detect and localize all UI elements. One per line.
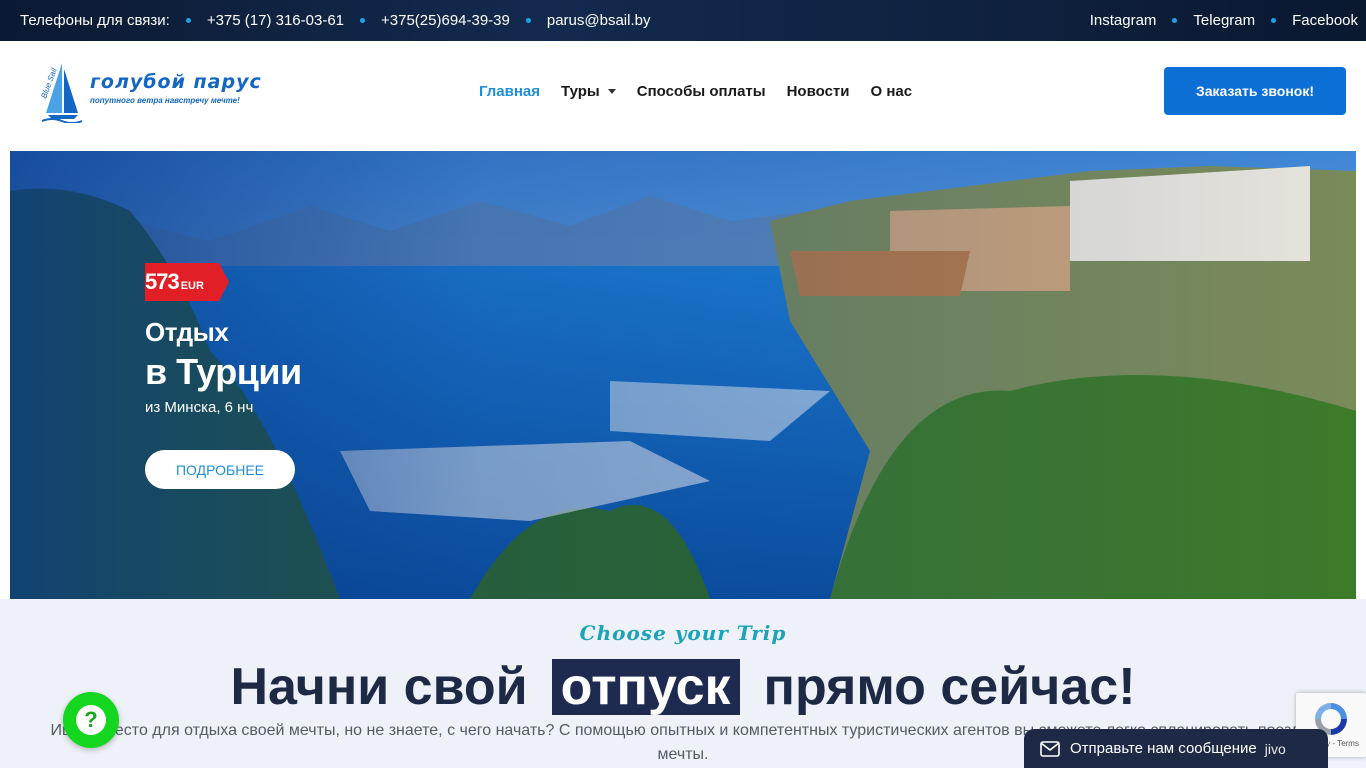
bullet-icon (360, 18, 366, 23)
headline-text-after: прямо сейчас! (763, 658, 1136, 716)
phone-link-1[interactable]: +375 (17) 316-03-61 (207, 12, 344, 29)
help-button[interactable]: ? (63, 692, 119, 748)
social-links: Instagram Telegram Facebook (1090, 0, 1358, 41)
contact-list: Телефоны для связи: +375 (17) 316-03-61 … (20, 0, 650, 41)
question-icon: ? (76, 705, 106, 735)
main-nav: Главная Туры Способы оплаты Новости О на… (479, 41, 933, 141)
nav-item-news[interactable]: Новости (787, 83, 850, 100)
nav-item-tours-label: Туры (561, 82, 600, 100)
chat-label: Отправьте нам сообщение (1070, 740, 1257, 757)
price-currency: EUR (180, 280, 204, 292)
chat-widget[interactable]: Отправьте нам сообщение jivo (1024, 729, 1328, 768)
bullet-icon (1172, 18, 1178, 23)
email-link[interactable]: parus@bsail.by (547, 12, 651, 29)
brand-tagline: попутного ветра навстречу мечте! (90, 96, 240, 105)
brand-name: голубой парус (90, 71, 262, 93)
chat-brand: jivo (1264, 740, 1286, 757)
hero-subtitle: из Минска, 6 нч (145, 399, 254, 416)
price-value: 573 (145, 269, 180, 294)
social-link-telegram[interactable]: Telegram (1193, 12, 1255, 29)
section-eyebrow: Choose your Trip (579, 621, 787, 645)
nav-item-tours[interactable]: Туры (561, 83, 616, 100)
bullet-icon (185, 18, 191, 23)
bullet-icon (1271, 18, 1277, 23)
nav-item-home[interactable]: Главная (479, 83, 540, 100)
bullet-icon (525, 18, 531, 23)
headline-text-before: Начни свой (230, 658, 528, 716)
envelope-icon (1040, 740, 1060, 757)
site-logo[interactable]: Blue Sail голубой парус попутного ветра … (38, 59, 261, 123)
social-link-instagram[interactable]: Instagram (1090, 12, 1157, 29)
social-link-facebook[interactable]: Facebook (1292, 12, 1358, 29)
hero-more-button[interactable]: ПОДРОБНЕЕ (145, 450, 295, 489)
order-call-button[interactable]: Заказать звонок! (1164, 67, 1346, 115)
contacts-label: Телефоны для связи: (20, 12, 170, 29)
chevron-down-icon (607, 89, 616, 95)
site-header: Blue Sail голубой парус попутного ветра … (0, 41, 1366, 141)
section-headline: Начни свой отпуск прямо сейчас! (0, 657, 1366, 717)
top-contact-bar: Телефоны для связи: +375 (17) 316-03-61 … (0, 0, 1366, 41)
nav-item-payment[interactable]: Способы оплаты (637, 83, 766, 100)
price-badge: 573 EUR (145, 263, 229, 301)
hero-slider: 573 EUR Отдых в Турции из Минска, 6 нч П… (10, 151, 1356, 599)
hero-title-line-1: Отдых (145, 317, 229, 347)
phone-link-2[interactable]: +375(25)694-39-39 (381, 12, 510, 29)
headline-highlight: отпуск (551, 659, 740, 715)
sailboat-logo-icon: Blue Sail (39, 63, 83, 123)
nav-item-about[interactable]: О нас (871, 83, 913, 100)
hero-title-line-2: в Турции (145, 351, 302, 392)
